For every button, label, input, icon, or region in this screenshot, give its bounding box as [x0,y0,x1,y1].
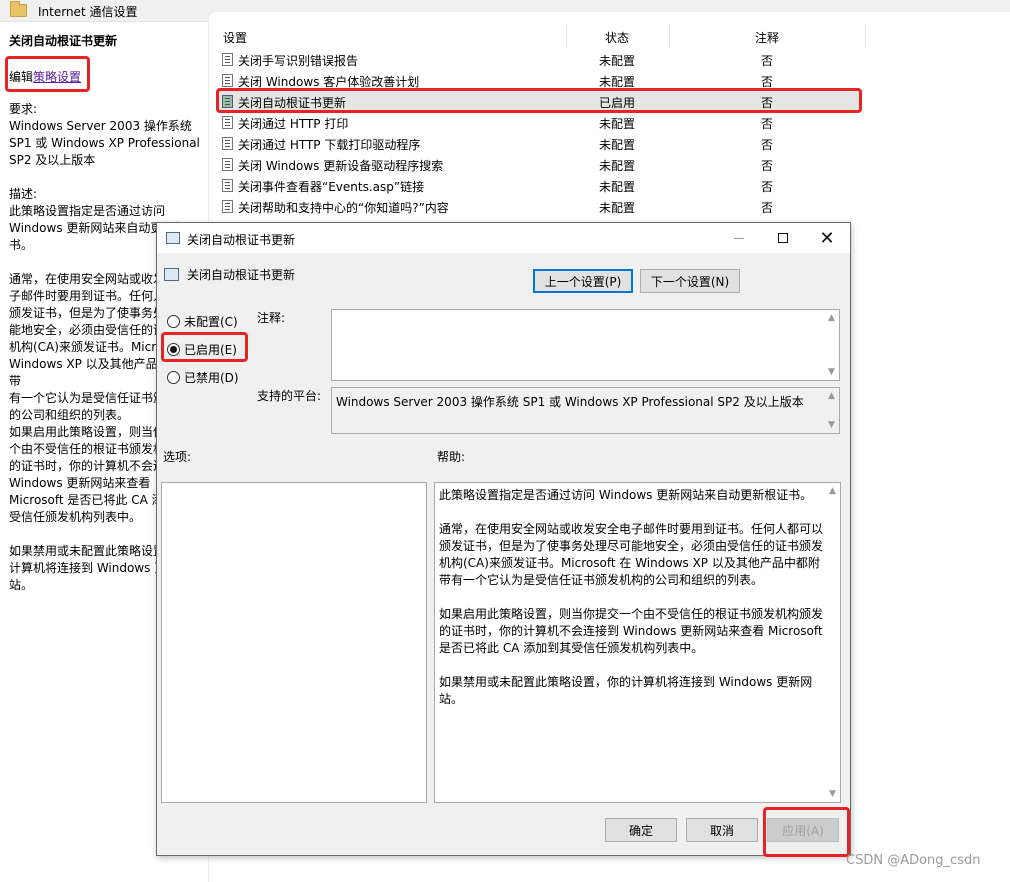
policy-setting-icon [222,137,233,150]
policy-state: 未配置 [599,117,636,131]
edit-policy-line: 编辑策略设置 [9,68,81,85]
policy-state: 已启用 [599,96,636,110]
options-panel [161,482,427,803]
close-icon: ✕ [819,227,835,249]
policy-name: 关闭 Windows 更新设备驱动程序搜索 [238,159,444,173]
scroll-down-icon[interactable]: ▼ [828,367,835,377]
comment-scrollbar[interactable]: ▲ ▼ [825,310,839,380]
policy-note: 否 [761,75,774,89]
policy-row[interactable]: 关闭帮助和支持中心的“你知道吗?”内容 未配置 否 [219,196,859,217]
policy-row[interactable]: 关闭 Windows 更新设备驱动程序搜索 未配置 否 [219,154,859,175]
policy-row[interactable]: 关闭 Windows 客户体验改善计划 未配置 否 [219,70,859,91]
policy-name: 关闭 Windows 客户体验改善计划 [238,75,420,89]
apply-button[interactable]: 应用(A) [767,818,839,842]
radio-label: 已禁用(D) [184,371,239,385]
policy-state: 未配置 [599,138,636,152]
policy-name: 关闭手写识别错误报告 [238,54,359,68]
comment-textarea[interactable]: ▲ ▼ [331,309,840,381]
policy-row[interactable]: 关闭通过 HTTP 打印 未配置 否 [219,112,859,133]
policy-state: 未配置 [599,180,636,194]
cancel-button[interactable]: 取消 [686,818,758,842]
policy-note: 否 [761,96,774,110]
policy-setting-icon [222,179,233,192]
policy-row[interactable]: 关闭通过 HTTP 下载打印驱动程序 未配置 否 [219,133,859,154]
scroll-up-icon[interactable]: ▲ [829,486,836,496]
policy-note: 否 [761,180,774,194]
policy-name: 关闭自动根证书更新 [238,96,347,110]
minimize-button[interactable] [717,223,761,253]
dialog-titlebar[interactable]: 关闭自动根证书更新 ✕ [157,223,850,253]
policy-note: 否 [761,138,774,152]
policy-state: 未配置 [599,54,636,68]
policy-row-selected[interactable]: 关闭自动根证书更新 已启用 否 [219,91,859,112]
policy-name: 关闭帮助和支持中心的“你知道吗?”内容 [238,201,449,215]
radio-circle[interactable] [167,371,180,384]
policy-enabled-icon [222,95,233,108]
column-divider[interactable] [669,24,670,48]
dialog-subtitle: 关闭自动根证书更新 [187,268,296,282]
policy-title: 关闭自动根证书更新 [9,34,118,48]
column-header-note[interactable]: 注释 [755,29,779,46]
help-label: 帮助: [437,450,466,464]
edit-policy-link[interactable]: 策略设置 [33,70,81,84]
radio-circle[interactable] [167,315,180,328]
minimize-icon [734,237,744,239]
column-divider[interactable] [566,24,567,48]
window-title: Internet 通信设置 [38,5,138,19]
platform-field: Windows Server 2003 操作系统 SP1 或 Windows X… [331,387,840,434]
platform-label: 支持的平台: [257,389,322,403]
policy-icon [166,232,180,244]
help-scrollbar[interactable]: ▲ ▼ [826,483,840,802]
column-header-state[interactable]: 状态 [605,29,629,46]
ok-button[interactable]: 确定 [605,818,677,842]
options-label: 选项: [163,450,192,464]
policy-setting-icon [222,200,233,213]
policy-row[interactable]: 关闭手写识别错误报告 未配置 否 [219,49,859,70]
policy-setting-icon [222,116,233,129]
help-panel: 此策略设置指定是否通过访问 Windows 更新网站来自动更新根证书。 通常，在… [434,482,841,803]
maximize-button[interactable] [761,223,805,253]
edit-prefix: 编辑 [9,70,34,84]
policy-name: 关闭通过 HTTP 打印 [238,117,349,131]
policy-setting-icon [222,158,233,171]
description-label: 描述: [9,187,38,201]
maximize-icon [778,233,788,243]
folder-icon [10,1,27,17]
requirements-label: 要求: [9,102,38,116]
radio-label: 未配置(C) [184,315,238,329]
scroll-up-icon[interactable]: ▲ [828,391,835,401]
policy-state: 未配置 [599,159,636,173]
policy-note: 否 [761,117,774,131]
policy-note: 否 [761,201,774,215]
policy-name: 关闭事件查看器“Events.asp”链接 [238,180,425,194]
requirements-text: Windows Server 2003 操作系统 SP1 或 Windows X… [9,119,200,167]
policy-icon [164,268,179,281]
radio-label: 已启用(E) [184,343,237,357]
policy-note: 否 [761,54,774,68]
previous-setting-button[interactable]: 上一个设置(P) [533,269,633,293]
policy-setting-icon [222,53,233,66]
scroll-up-icon[interactable]: ▲ [828,313,835,323]
column-header-setting[interactable]: 设置 [223,29,247,46]
scroll-down-icon[interactable]: ▼ [829,789,836,799]
policy-row[interactable]: 关闭事件查看器“Events.asp”链接 未配置 否 [219,175,859,196]
policy-name: 关闭通过 HTTP 下载打印驱动程序 [238,138,421,152]
dialog-title: 关闭自动根证书更新 [187,233,296,247]
comment-label: 注释: [257,311,286,325]
help-text: 此策略设置指定是否通过访问 Windows 更新网站来自动更新根证书。 通常，在… [439,488,824,706]
policy-state: 未配置 [599,201,636,215]
platform-value: Windows Server 2003 操作系统 SP1 或 Windows X… [336,395,804,409]
radio-circle-checked[interactable] [167,343,180,356]
column-divider[interactable] [865,24,866,48]
next-setting-button[interactable]: 下一个设置(N) [640,269,740,293]
policy-state: 未配置 [599,75,636,89]
policy-note: 否 [761,159,774,173]
policy-setting-icon [222,74,233,87]
scroll-down-icon[interactable]: ▼ [828,420,835,430]
policy-dialog: 关闭自动根证书更新 ✕ 关闭自动根证书更新 上一个设置(P) 下一个设置(N) … [156,222,851,856]
close-button[interactable]: ✕ [805,223,849,253]
watermark: CSDN @ADong_csdn [846,853,981,868]
platform-scrollbar[interactable]: ▲ ▼ [825,388,839,433]
